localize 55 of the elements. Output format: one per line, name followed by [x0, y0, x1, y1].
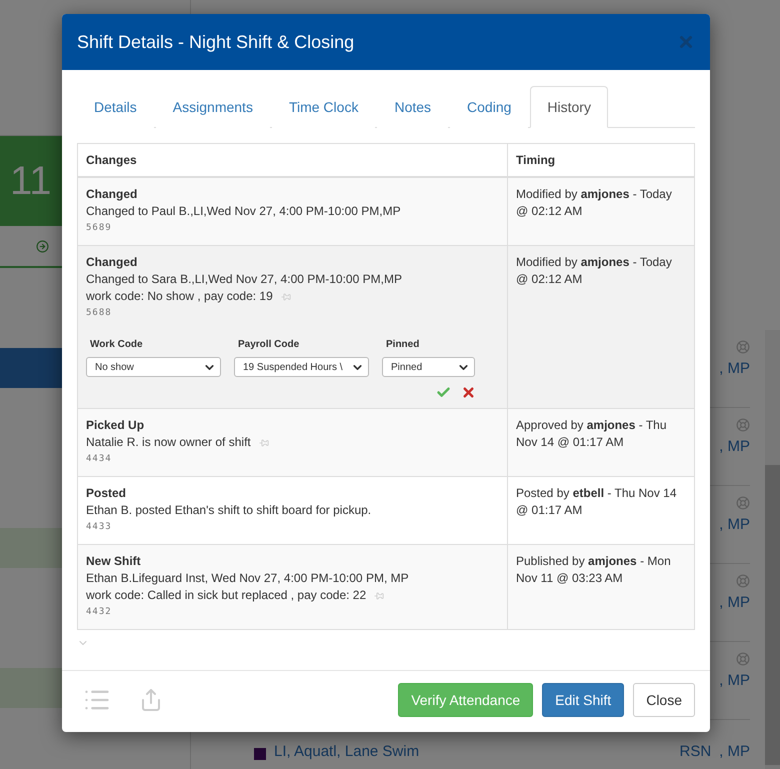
shift-text: , MP: [719, 672, 750, 689]
cancel-icon[interactable]: [461, 385, 476, 400]
change-text: Natalie R. is now owner of shift: [86, 434, 251, 451]
shift-text: , MP: [719, 516, 750, 533]
timing-text: Posted by etbell - Thu Nov 14 @ 01:17 AM: [516, 486, 677, 517]
dialog-button[interactable]: Edit Shift: [542, 683, 624, 717]
shift-text: LI, Aquatl, Lane Swim: [274, 743, 420, 760]
lifebuoy-icon: [736, 340, 750, 354]
field-label: Pinned: [385, 338, 420, 352]
change-text: work code: No show , pay code: 19: [86, 288, 273, 305]
lifebuoy-icon: [736, 574, 750, 588]
select-field[interactable]: Pinned: [382, 357, 475, 377]
change-text: Ethan B. posted Ethan's shift to shift board for pickup.: [86, 502, 372, 519]
pin-icon[interactable]: [374, 590, 384, 601]
change-id: 4432: [86, 607, 112, 617]
dialog-button[interactable]: Verify Attendance: [398, 683, 534, 717]
lifebuoy-icon: [736, 496, 750, 510]
change-title: Changed: [86, 254, 138, 271]
change-id: 5688: [86, 308, 112, 318]
shift-text: , MP: [719, 743, 750, 760]
share-icon[interactable]: [139, 688, 163, 712]
change-title: Posted: [86, 485, 128, 502]
pin-icon[interactable]: [280, 292, 291, 302]
shift-text: , MP: [719, 594, 750, 611]
change-title: Changed: [86, 186, 138, 203]
tab[interactable]: History: [530, 86, 608, 128]
change-text: work code: Called in sick but replaced , pay code: 22: [86, 587, 366, 604]
field-label: Work Code: [89, 338, 144, 352]
change-title: New Shift: [86, 553, 142, 570]
shift-text: RSN: [679, 743, 712, 760]
field-label: Payroll Code: [237, 338, 300, 352]
lifebuoy-icon: [736, 652, 750, 666]
color-swatch: [254, 748, 266, 760]
change-id: 4433: [86, 522, 112, 532]
dialog-button[interactable]: Close: [633, 683, 695, 717]
change-title: Picked Up: [86, 417, 146, 434]
arrow-right-icon[interactable]: [36, 240, 49, 252]
select-field[interactable]: 19 Suspended Hours \: [234, 357, 369, 377]
change-text: Changed to Sara B.,LI,Wed Nov 27, 4:00 PM-10:00 PM,MP: [86, 271, 402, 288]
select-field[interactable]: No show: [86, 357, 221, 377]
confirm-icon[interactable]: [436, 385, 451, 400]
shift-text: , MP: [719, 360, 750, 377]
change-id: 4434: [86, 454, 112, 464]
shift-text: , MP: [719, 438, 750, 455]
pin-icon[interactable]: [258, 438, 269, 448]
change-id: 5689: [86, 223, 112, 233]
dialog-title: Shift Details - Night Shift & Closing: [77, 32, 354, 52]
lifebuoy-icon: [736, 418, 750, 432]
scrollbar[interactable]: [765, 330, 780, 769]
timing-text: Approved by amjones - Thu Nov 14 @ 01:17 AM: [516, 418, 667, 449]
timing-text: Modified by amjones - Today @ 02:12 AM: [516, 187, 672, 218]
timing-text: Modified by amjones - Today @ 02:12 AM: [516, 255, 672, 286]
close-icon[interactable]: [677, 33, 695, 51]
change-text: Ethan B.Lifeguard Inst, Wed Nov 27, 4:00 PM-10:00 PM, MP: [86, 570, 409, 587]
timing-text: Published by amjones - Mon Nov 11 @ 03:23 AM: [516, 554, 671, 585]
